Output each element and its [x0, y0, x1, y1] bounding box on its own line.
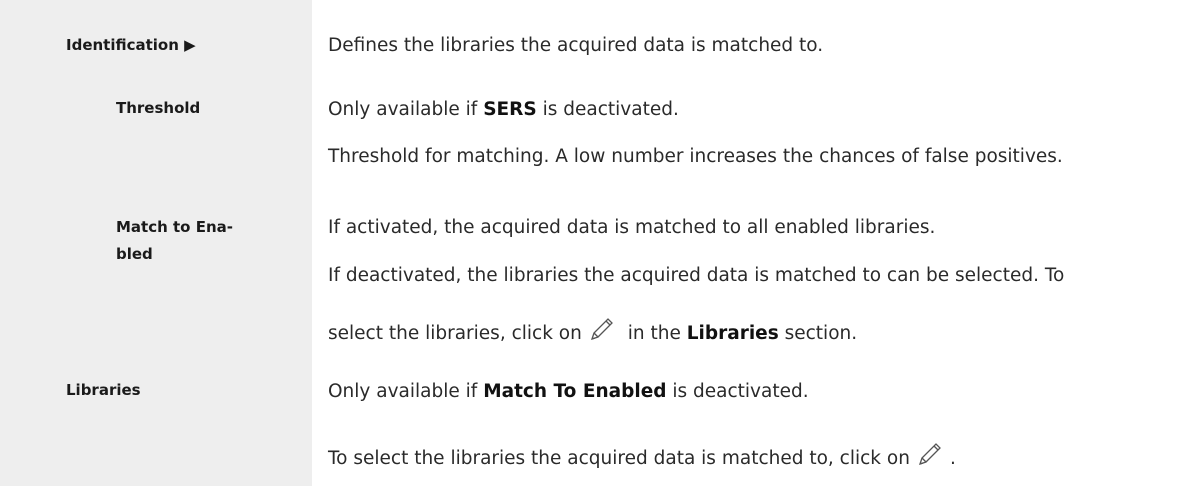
- pencil-icon[interactable]: [916, 440, 944, 475]
- pencil-icon[interactable]: [588, 315, 616, 350]
- term-column: [0, 0, 312, 486]
- text: section.: [778, 323, 858, 344]
- desc-match-line1: If activated, the acquired data is match…: [328, 217, 936, 238]
- desc-match-line2: If deactivated, the libraries the acquir…: [328, 265, 1065, 286]
- term-identification: Identification ▶: [66, 36, 196, 54]
- sers-bold: SERS: [483, 99, 537, 120]
- desc-threshold-line2: Threshold for matching. A low number inc…: [328, 146, 1063, 167]
- text: is deactivated.: [666, 381, 809, 402]
- term-threshold: Threshold: [116, 99, 201, 117]
- text: To select the libraries the acquired dat…: [328, 448, 910, 469]
- term-match-to-enabled-line2: bled: [116, 245, 153, 263]
- term-libraries: Libraries: [66, 381, 141, 399]
- desc-threshold-line1: Only available if SERS is deactivated.: [328, 98, 679, 122]
- text: .: [949, 448, 956, 469]
- desc-libraries-line1: Only available if Match To Enabled is de…: [328, 380, 809, 404]
- text: is deactivated.: [536, 99, 679, 120]
- desc-identification: Defines the libraries the acquired data …: [328, 35, 824, 56]
- desc-libraries-line2: To select the libraries the acquired dat…: [328, 440, 956, 475]
- text: Only available if: [328, 381, 484, 402]
- text: in the: [621, 323, 687, 344]
- desc-match-line3: select the libraries, click on in the Li…: [328, 315, 857, 350]
- text: Only available if: [328, 99, 484, 120]
- match-to-enabled-bold: Match To Enabled: [483, 381, 667, 402]
- term-match-to-enabled-line1: Match to Ena-: [116, 218, 233, 236]
- text: select the libraries, click on: [328, 323, 582, 344]
- libraries-bold: Libraries: [686, 323, 779, 344]
